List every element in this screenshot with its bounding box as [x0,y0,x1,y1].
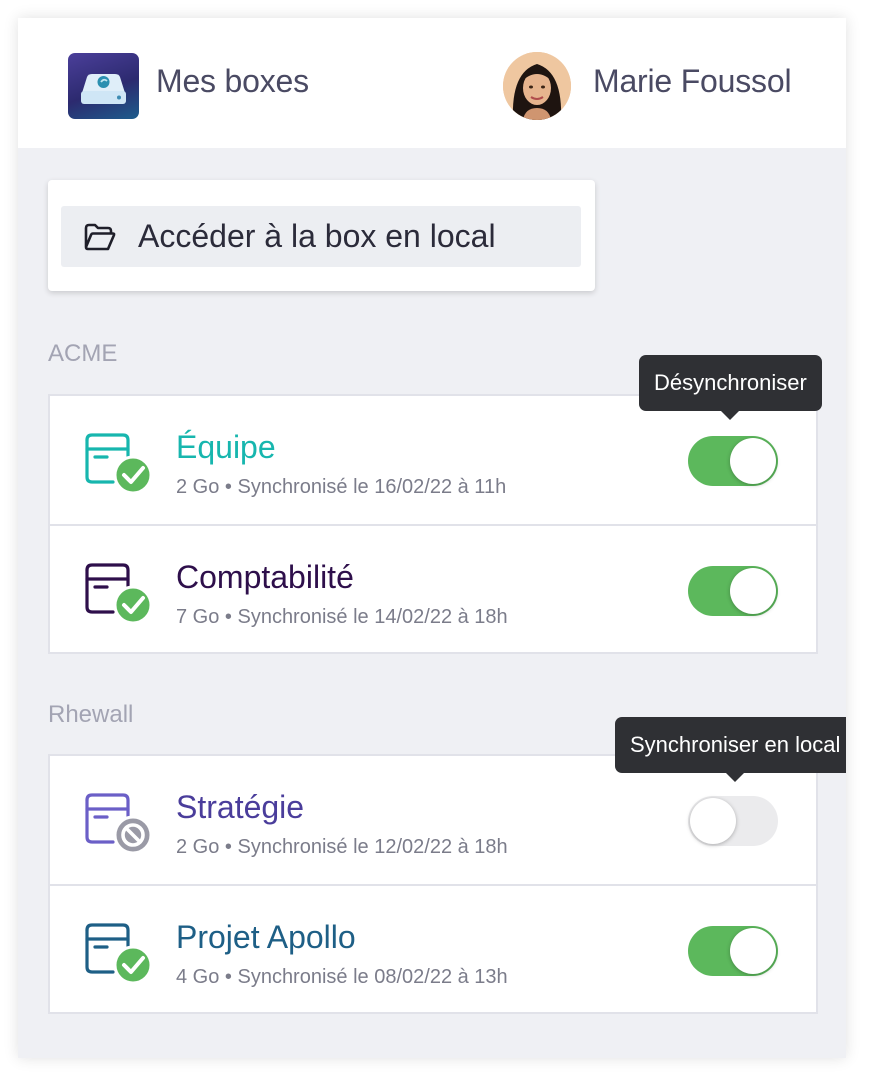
toggle-knob [730,568,776,614]
box-meta: 2 Go • Synchronisé le 16/02/22 à 11h [176,476,507,498]
user-name[interactable]: Marie Foussol [593,63,792,100]
access-local-label: Accéder à la box en local [138,218,496,254]
folder-open-icon [84,223,116,251]
sync-toggle[interactable] [688,796,778,846]
toggle-knob [730,928,776,974]
avatar[interactable] [503,52,571,120]
box-list-acme: Équipe 2 Go • Synchronisé le 16/02/22 à … [48,394,818,654]
group-title-rhewall: Rhewall [48,701,134,728]
access-local-button[interactable]: Accéder à la box en local [61,206,581,267]
boxes-panel: Mes boxes Marie Foussol Accéder à la box… [18,18,846,1058]
box-list-rhewall: Stratégie 2 Go • Synchronisé le 12/02/22… [48,754,818,1014]
sync-toggle[interactable] [688,926,778,976]
box-title[interactable]: Équipe [176,429,276,466]
check-circle-icon [113,455,153,495]
access-local-card: Accéder à la box en local [48,180,595,291]
box-title[interactable]: Comptabilité [176,559,354,596]
toggle-knob [730,438,776,484]
app-header: Mes boxes Marie Foussol [18,18,846,148]
box-folder-icon [85,793,153,855]
drive-logo-icon [68,53,139,119]
sync-toggle[interactable] [688,436,778,486]
box-meta: 4 Go • Synchronisé le 08/02/22 à 13h [176,966,508,988]
page-title: Mes boxes [156,63,309,99]
box-meta: 7 Go • Synchronisé le 14/02/22 à 18h [176,606,508,628]
tooltip-sync-local: Synchroniser en local [615,717,846,782]
list-item[interactable]: Équipe 2 Go • Synchronisé le 16/02/22 à … [50,396,816,524]
list-item[interactable]: Projet Apollo 4 Go • Synchronisé le 08/0… [50,884,816,1012]
box-meta: 2 Go • Synchronisé le 12/02/22 à 18h [176,836,508,858]
list-item[interactable]: Stratégie 2 Go • Synchronisé le 12/02/22… [50,756,816,884]
check-circle-icon [113,945,153,985]
list-item[interactable]: Comptabilité 7 Go • Synchronisé le 14/02… [50,524,816,652]
box-folder-icon [85,433,153,495]
check-circle-icon [113,585,153,625]
box-folder-icon [85,923,153,985]
toggle-knob [690,798,736,844]
sync-toggle[interactable] [688,566,778,616]
box-title[interactable]: Stratégie [176,789,304,826]
group-title-acme: ACME [48,340,118,367]
box-folder-icon [85,563,153,625]
tooltip-unsync: Désynchroniser [639,355,822,420]
box-title[interactable]: Projet Apollo [176,919,356,956]
